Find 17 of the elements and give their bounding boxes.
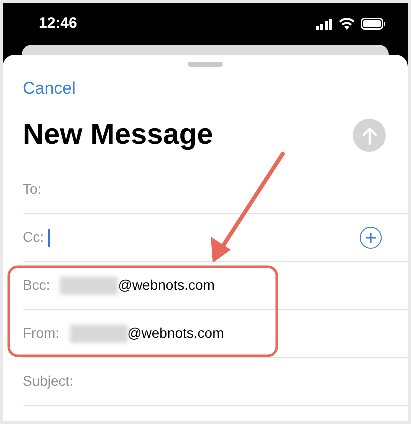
battery-icon: [361, 18, 386, 30]
email-address: @webnots.com: [128, 324, 224, 343]
compose-title: New Message: [23, 121, 214, 150]
email-address: @webnots.com: [118, 276, 215, 295]
arrow-up-icon: [362, 126, 378, 144]
add-button[interactable]: [360, 226, 382, 248]
field-label: Cc:: [23, 228, 44, 247]
field-label: Bcc:: [23, 276, 50, 295]
field-label: To:: [23, 180, 42, 199]
field-label: From:: [23, 324, 60, 343]
signal-icon: [316, 18, 333, 30]
field-label: Subject:: [23, 372, 74, 391]
wifi-icon: [339, 18, 355, 30]
sheet-grabber[interactable]: [188, 62, 223, 67]
plus-icon: [365, 232, 377, 244]
status-time: 12:46: [39, 14, 78, 34]
cancel-button[interactable]: Cancel: [23, 76, 76, 102]
